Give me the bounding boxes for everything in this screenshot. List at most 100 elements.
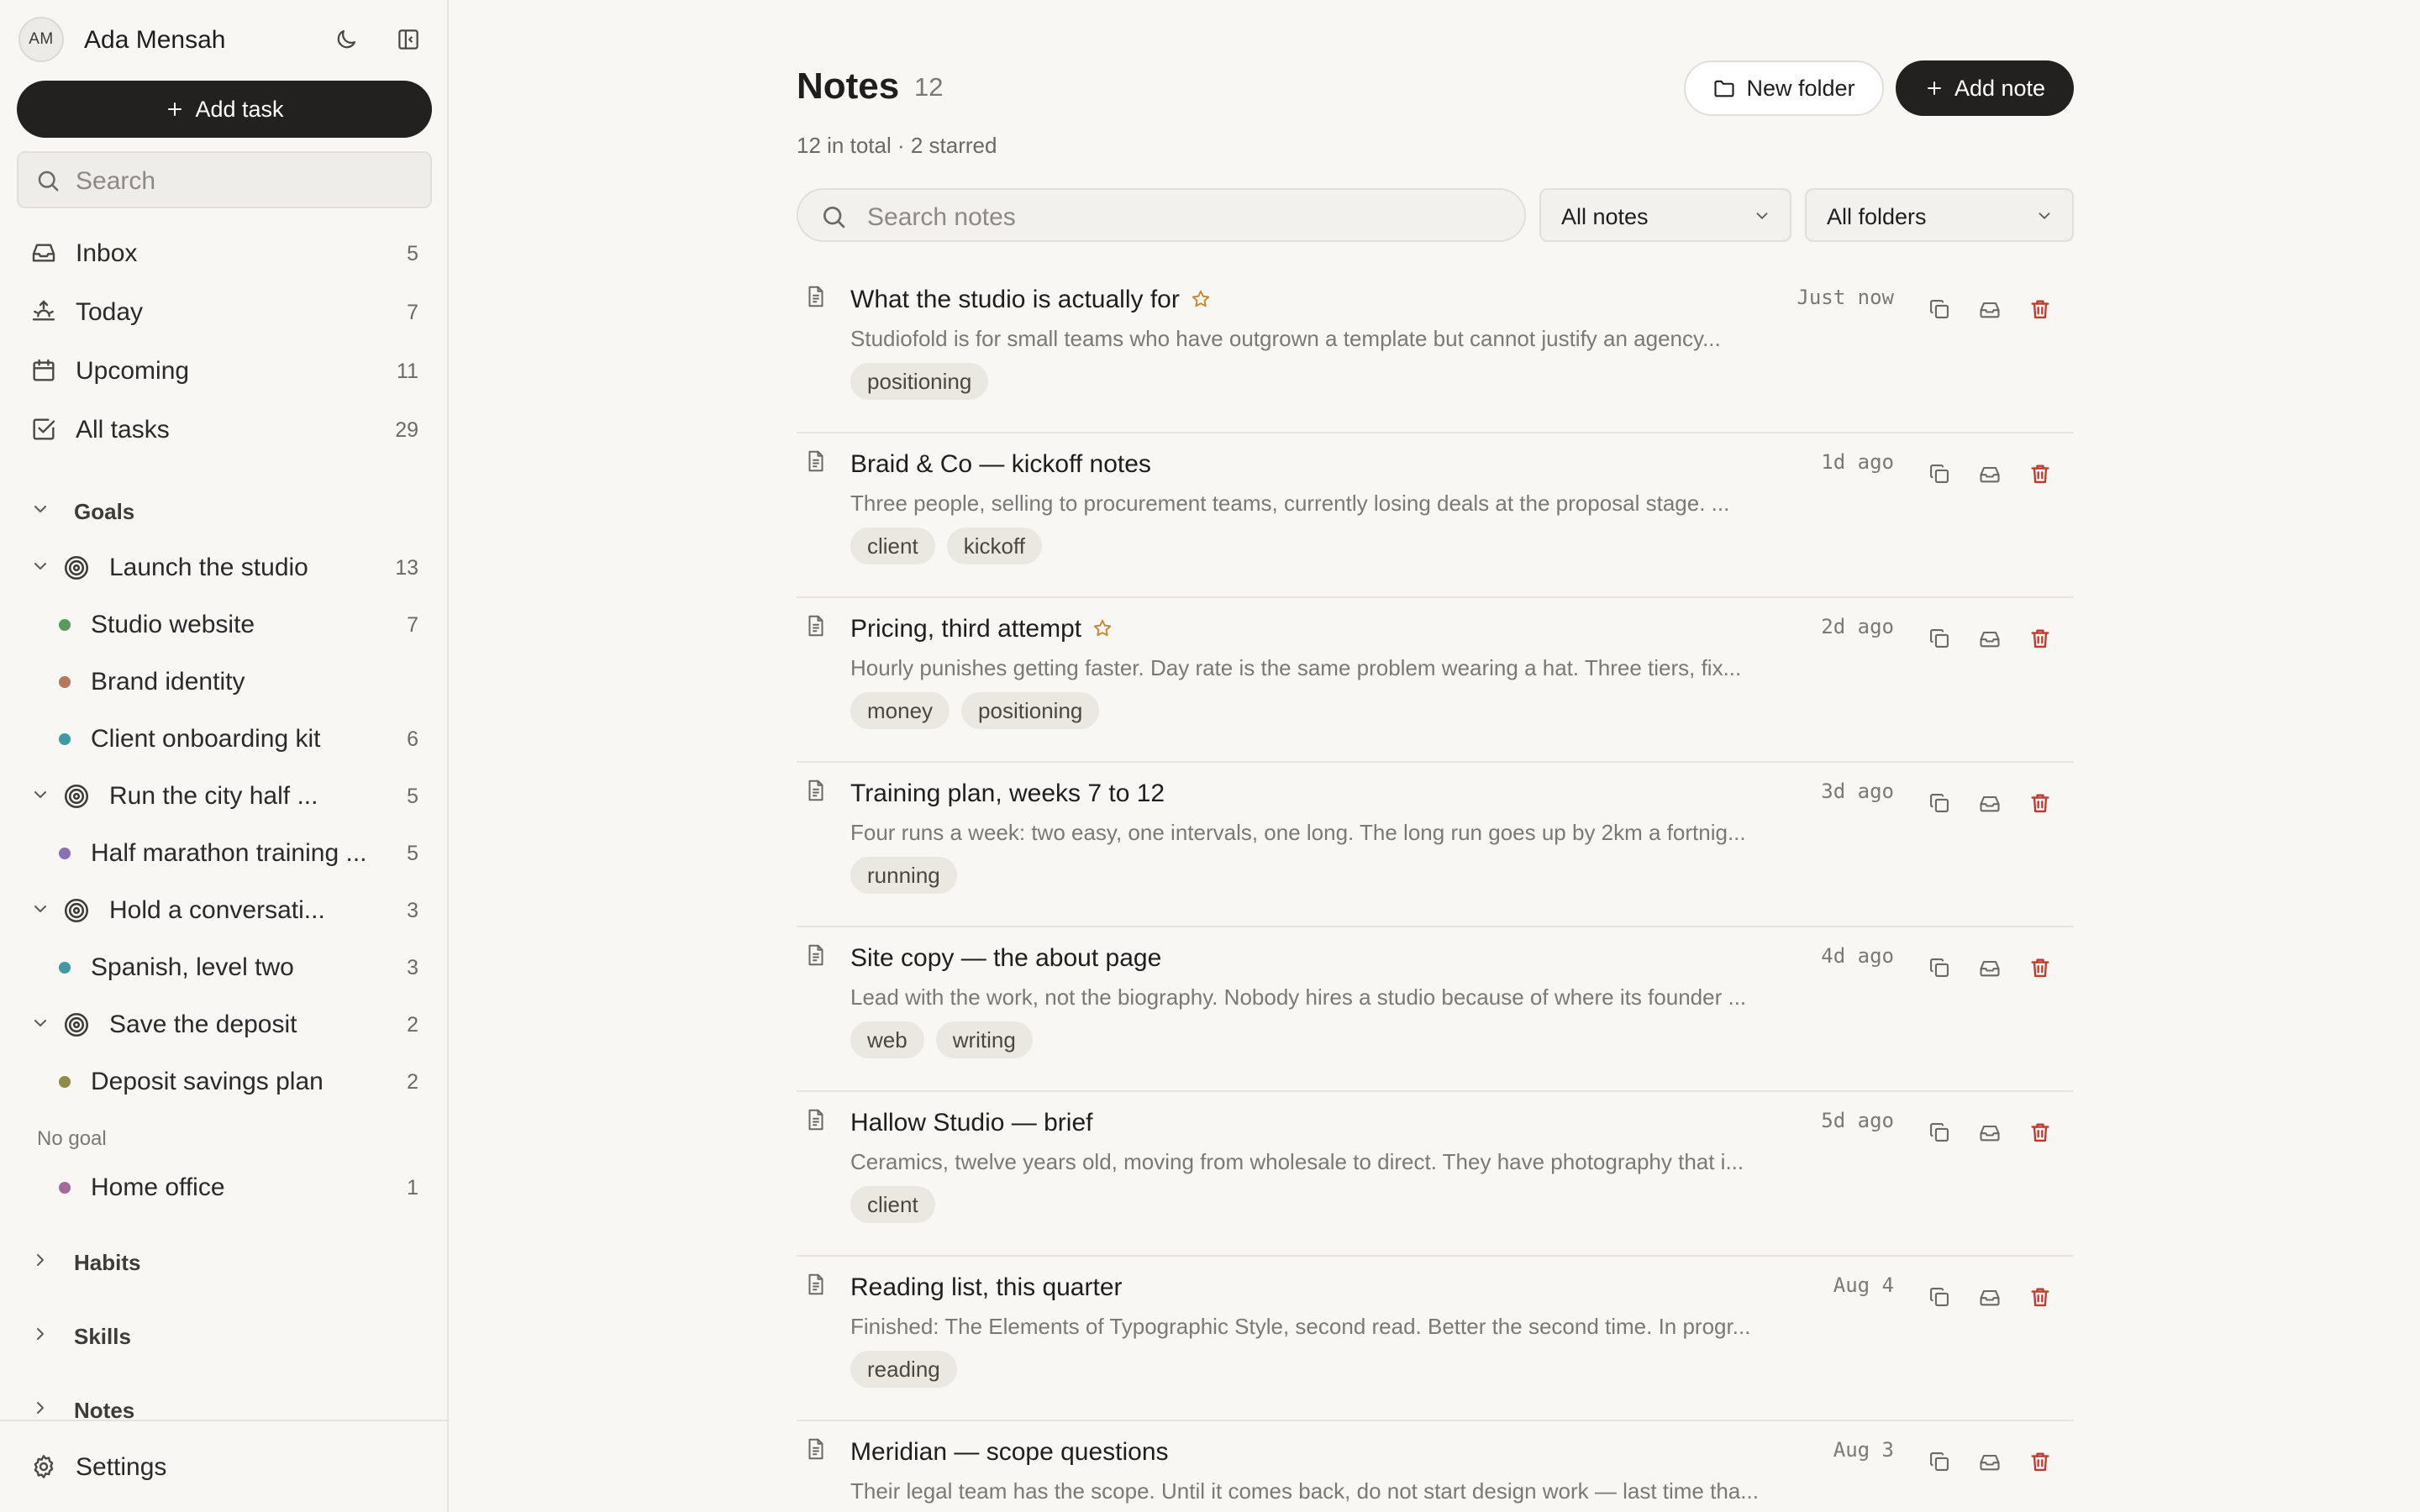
note-tag[interactable]: client — [850, 1186, 935, 1223]
trash-icon[interactable] — [2023, 951, 2057, 984]
sidebar-search-input[interactable]: Search — [17, 151, 432, 208]
chevron-down-icon[interactable] — [30, 899, 50, 919]
archive-icon[interactable] — [1973, 622, 2007, 655]
note-title[interactable]: Training plan, weeks 7 to 12 — [850, 780, 1165, 808]
note-tag[interactable]: client — [850, 528, 935, 564]
archive-icon[interactable] — [1973, 786, 2007, 820]
duplicate-icon[interactable] — [1923, 951, 1956, 984]
note-row[interactable]: Reading list, this quarter Aug 4 Finishe… — [797, 1257, 2074, 1421]
goal-hold-a-conversation[interactable]: Hold a conversati... 3 — [30, 889, 418, 931]
star-icon[interactable] — [1190, 288, 1212, 310]
note-tag[interactable]: positioning — [850, 363, 989, 400]
duplicate-icon[interactable] — [1923, 622, 1956, 655]
note-row[interactable]: What the studio is actually for Just now… — [797, 269, 2074, 433]
chevron-down-icon[interactable] — [30, 785, 50, 805]
goal-run-the-city-half[interactable]: Run the city half ... 5 — [30, 774, 418, 816]
user-name[interactable]: Ada Mensah — [84, 26, 225, 55]
trash-icon[interactable] — [2023, 622, 2057, 655]
project-label: Studio website — [91, 611, 255, 638]
new-folder-button[interactable]: New folder — [1684, 60, 1884, 116]
project-spanish-level-two[interactable]: Spanish, level two 3 — [30, 946, 418, 988]
duplicate-icon[interactable] — [1923, 457, 1956, 491]
moon-icon[interactable] — [328, 21, 365, 58]
avatar[interactable]: AM — [18, 17, 64, 62]
project-label: Half marathon training ... — [91, 839, 367, 867]
add-task-button[interactable]: Add task — [17, 81, 432, 138]
note-row[interactable]: Meridian — scope questions Aug 3 Their l… — [797, 1421, 2074, 1512]
goal-label: Save the deposit — [109, 1011, 297, 1038]
trash-icon[interactable] — [2023, 457, 2057, 491]
note-title[interactable]: Hallow Studio — brief — [850, 1109, 1092, 1137]
skills-section-header[interactable]: Skills — [30, 1319, 418, 1352]
note-title[interactable]: Site copy — the about page — [850, 944, 1161, 973]
archive-icon[interactable] — [1973, 1280, 2007, 1314]
nav-all-tasks[interactable]: All tasks 29 — [30, 408, 418, 450]
archive-icon[interactable] — [1973, 1445, 2007, 1478]
note-title[interactable]: What the studio is actually for — [850, 286, 1212, 314]
notes-filter-select[interactable]: All notes — [1539, 188, 1791, 242]
note-row[interactable]: Braid & Co — kickoff notes 1d ago Three … — [797, 433, 2074, 598]
nav-upcoming[interactable]: Upcoming 11 — [30, 349, 418, 391]
document-icon — [803, 778, 829, 803]
note-tag[interactable]: reading — [850, 1351, 957, 1388]
note-row[interactable]: Hallow Studio — brief 5d ago Ceramics, t… — [797, 1092, 2074, 1257]
add-note-button[interactable]: Add note — [1896, 60, 2074, 116]
sidebar-toggle-icon[interactable] — [390, 21, 427, 58]
project-client-onboarding-kit[interactable]: Client onboarding kit 6 — [30, 717, 418, 759]
project-half-marathon-training[interactable]: Half marathon training ... 5 — [30, 832, 418, 874]
project-home-office[interactable]: Home office 1 — [30, 1166, 418, 1208]
trash-icon[interactable] — [2023, 1445, 2057, 1478]
trash-icon[interactable] — [2023, 1280, 2057, 1314]
trash-icon[interactable] — [2023, 1116, 2057, 1149]
goals-section-header[interactable]: Goals — [30, 494, 418, 528]
goal-save-the-deposit[interactable]: Save the deposit 2 — [30, 1003, 418, 1045]
note-tag[interactable]: kickoff — [946, 528, 1042, 564]
duplicate-icon[interactable] — [1923, 292, 1956, 326]
project-label: Deposit savings plan — [91, 1068, 324, 1095]
chevron-down-icon[interactable] — [30, 556, 50, 576]
duplicate-icon[interactable] — [1923, 1280, 1956, 1314]
star-icon[interactable] — [1092, 617, 1113, 639]
duplicate-icon[interactable] — [1923, 1445, 1956, 1478]
archive-icon[interactable] — [1973, 951, 2007, 984]
note-tag[interactable]: money — [850, 692, 950, 729]
project-studio-website[interactable]: Studio website 7 — [30, 603, 418, 645]
notes-search-input[interactable]: Search notes — [797, 188, 1526, 242]
project-deposit-savings-plan[interactable]: Deposit savings plan 2 — [30, 1060, 418, 1102]
habits-section-header[interactable]: Habits — [30, 1245, 418, 1278]
note-title[interactable]: Pricing, third attempt — [850, 615, 1113, 643]
project-count: 7 — [407, 613, 418, 637]
settings-button[interactable]: Settings — [30, 1448, 282, 1485]
note-row[interactable]: Training plan, weeks 7 to 12 3d ago Four… — [797, 763, 2074, 927]
note-tag[interactable]: writing — [935, 1021, 1033, 1058]
note-tag[interactable]: running — [850, 857, 957, 894]
duplicate-icon[interactable] — [1923, 786, 1956, 820]
note-title[interactable]: Meridian — scope questions — [850, 1438, 1169, 1467]
note-row[interactable]: Pricing, third attempt 2d ago Hourly pun… — [797, 598, 2074, 763]
trash-icon[interactable] — [2023, 292, 2057, 326]
nav-upcoming-count: 11 — [397, 360, 418, 383]
trash-icon[interactable] — [2023, 786, 2057, 820]
archive-icon[interactable] — [1973, 1116, 2007, 1149]
note-tag[interactable]: positioning — [961, 692, 1100, 729]
nav-inbox[interactable]: Inbox 5 — [30, 232, 418, 274]
document-icon — [803, 449, 829, 474]
new-folder-label: New folder — [1746, 75, 1855, 101]
nav-today[interactable]: Today 7 — [30, 291, 418, 333]
archive-icon[interactable] — [1973, 457, 2007, 491]
project-count: 3 — [407, 956, 418, 979]
goal-launch-the-studio[interactable]: Launch the studio 13 — [30, 546, 418, 588]
chevron-down-icon[interactable] — [30, 1013, 50, 1033]
note-title[interactable]: Braid & Co — kickoff notes — [850, 450, 1151, 479]
note-row[interactable]: Site copy — the about page 4d ago Lead w… — [797, 927, 2074, 1092]
duplicate-icon[interactable] — [1923, 1116, 1956, 1149]
archive-icon[interactable] — [1973, 292, 2007, 326]
sidebar-footer: Settings — [0, 1420, 447, 1512]
note-title[interactable]: Reading list, this quarter — [850, 1273, 1123, 1302]
project-brand-identity[interactable]: Brand identity — [30, 660, 418, 702]
add-note-label: Add note — [1954, 75, 2046, 101]
goal-count: 13 — [395, 556, 418, 580]
note-tag[interactable]: web — [850, 1021, 924, 1058]
folders-filter-select[interactable]: All folders — [1805, 188, 2074, 242]
note-tags: reading — [850, 1351, 957, 1388]
